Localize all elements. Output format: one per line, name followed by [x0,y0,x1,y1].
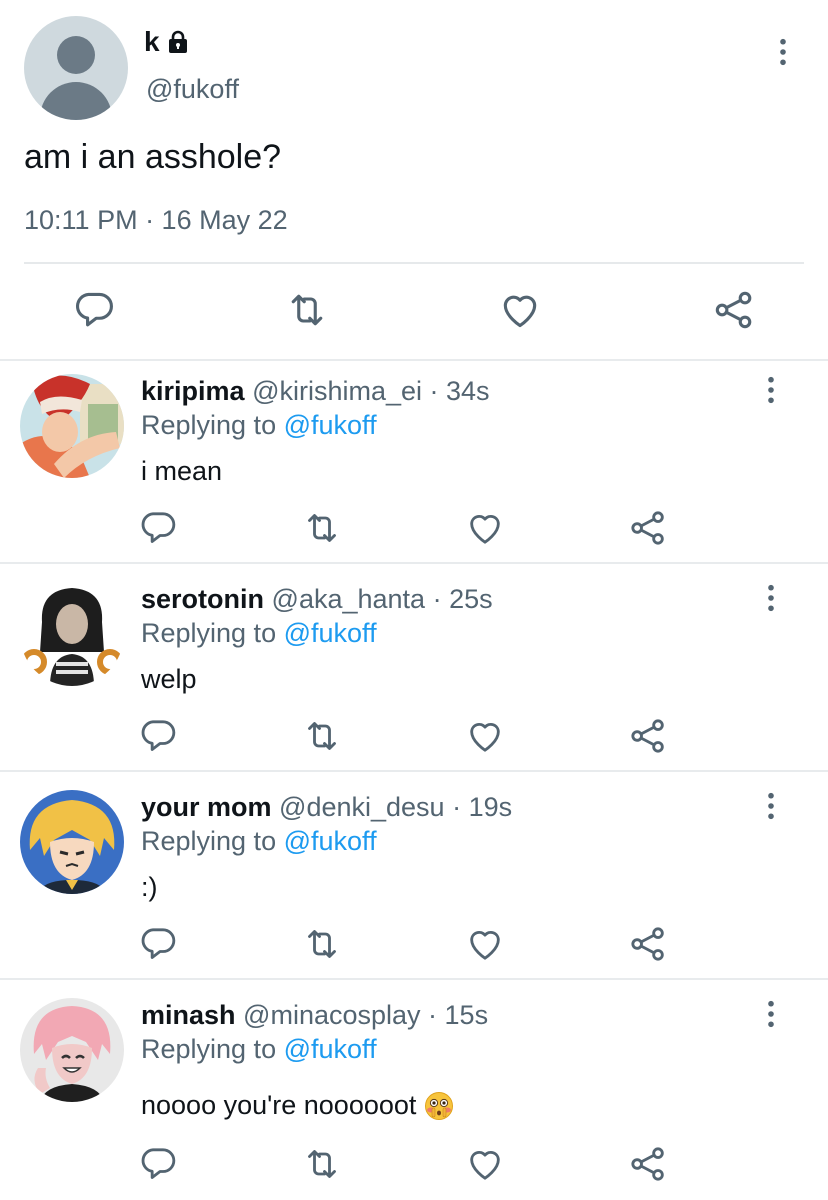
share-icon[interactable] [712,288,756,332]
reply-text-content: welp [141,664,197,694]
reply-text-content: :) [141,872,158,902]
lock-icon [166,29,190,55]
like-icon[interactable] [465,924,505,964]
replying-to-link[interactable]: @fukoff [284,826,377,856]
reply-text: i mean [141,456,222,487]
default-avatar[interactable] [24,16,128,120]
share-icon[interactable] [628,508,668,548]
like-icon[interactable] [465,508,505,548]
retweet-icon[interactable] [302,924,342,964]
replying-to-prefix: Replying to [141,1034,277,1064]
avatar[interactable] [20,998,124,1102]
retweet-icon[interactable] [285,288,329,332]
reply-author-name[interactable]: kiripima [141,376,245,406]
reply-time[interactable]: · 34s [430,376,490,406]
like-icon[interactable] [465,716,505,756]
reply-text-content: i mean [141,456,223,486]
separator [0,562,828,564]
replying-to: Replying to @fukoff [141,410,377,441]
author-handle[interactable]: @fukoff [146,74,239,105]
separator [0,770,828,772]
replying-to-link[interactable]: @fukoff [284,618,377,648]
more-options-icon[interactable] [766,1000,776,1028]
flushed-face-emoji [424,1091,454,1121]
reply-item[interactable]: your mom @denki_desu · 19s Replying to @… [0,778,828,986]
like-icon[interactable] [465,1144,505,1184]
replying-to: Replying to @fukoff [141,1034,377,1065]
share-icon[interactable] [628,924,668,964]
reply-time[interactable]: · 19s [452,792,512,822]
more-options-icon[interactable] [766,792,776,820]
main-tweet: k @fukoff am i an asshole? 10:11 PM · 16… [0,0,828,360]
reply-text: noooo you're noooooot [141,1090,454,1121]
reply-header: minash @minacosplay · 15s [141,1000,488,1031]
author-name-row[interactable]: k [144,26,190,58]
reply-icon[interactable] [138,1144,178,1184]
reply-time[interactable]: · 25s [433,584,493,614]
reply-header: your mom @denki_desu · 19s [141,792,512,823]
reply-author-handle[interactable]: @denki_desu [279,792,445,822]
reply-author-handle[interactable]: @kirishima_ei [252,376,422,406]
avatar[interactable] [20,790,124,894]
reply-author-handle[interactable]: @aka_hanta [272,584,426,614]
tweet-timestamp[interactable]: 10:11 PM · 16 May 22 [24,205,288,236]
tweet-actions [0,288,828,338]
reply-time[interactable]: · 15s [428,1000,488,1030]
replying-to: Replying to @fukoff [141,618,377,649]
reply-icon[interactable] [138,716,178,756]
reply-author-name[interactable]: serotonin [141,584,264,614]
reply-icon[interactable] [138,508,178,548]
replying-to-prefix: Replying to [141,826,277,856]
reply-author-name[interactable]: your mom [141,792,272,822]
reply-text-content: noooo you're noooooot [141,1090,417,1120]
avatar-body [40,82,112,120]
more-options-icon[interactable] [766,376,776,404]
avatar[interactable] [20,582,124,686]
avatar[interactable] [20,374,124,478]
reply-item[interactable]: kiripima @kirishima_ei · 34s Replying to… [0,362,828,570]
author-name[interactable]: k [144,26,160,58]
like-icon[interactable] [498,288,542,332]
divider [24,262,804,264]
reply-item[interactable]: serotonin @aka_hanta · 25s Replying to @… [0,570,828,778]
avatar-head [57,36,95,74]
replying-to: Replying to @fukoff [141,826,377,857]
replying-to-link[interactable]: @fukoff [284,1034,377,1064]
share-icon[interactable] [628,1144,668,1184]
tweet-text: am i an asshole? [24,138,282,176]
replying-to-prefix: Replying to [141,410,277,440]
reply-author-name[interactable]: minash [141,1000,236,1030]
reply-header: serotonin @aka_hanta · 25s [141,584,493,615]
retweet-icon[interactable] [302,716,342,756]
reply-text: welp [141,664,197,695]
reply-item[interactable]: minash @minacosplay · 15s Replying to @f… [0,986,828,1194]
reply-icon[interactable] [72,288,116,332]
more-options-icon[interactable] [766,584,776,612]
more-options-icon[interactable] [778,38,788,66]
separator [0,978,828,980]
share-icon[interactable] [628,716,668,756]
reply-author-handle[interactable]: @minacosplay [243,1000,420,1030]
separator [0,359,828,361]
replying-to-prefix: Replying to [141,618,277,648]
reply-text: :) [141,872,158,903]
reply-icon[interactable] [138,924,178,964]
replying-to-link[interactable]: @fukoff [284,410,377,440]
retweet-icon[interactable] [302,508,342,548]
reply-header: kiripima @kirishima_ei · 34s [141,376,490,407]
retweet-icon[interactable] [302,1144,342,1184]
